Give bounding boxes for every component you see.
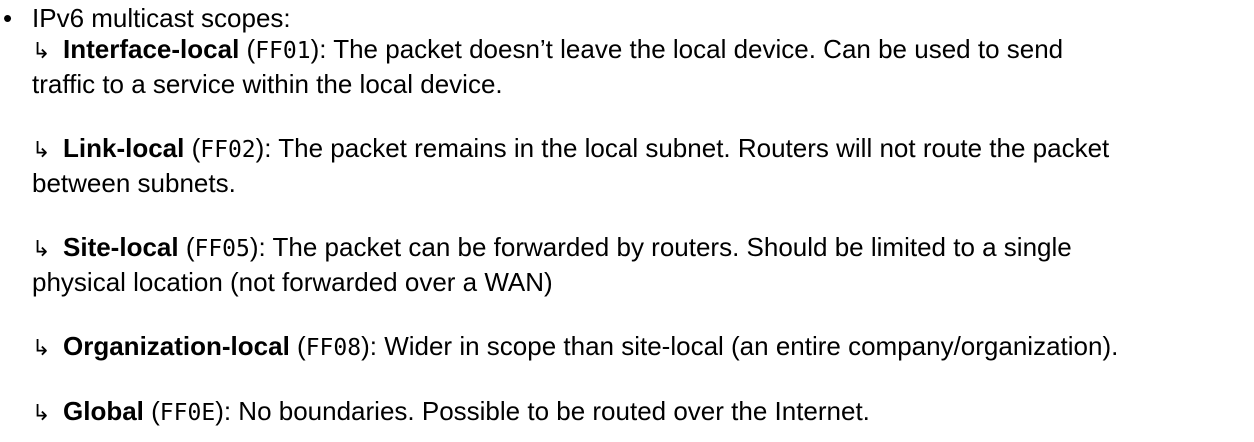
scope-global: ↳ Global (FF0E): No boundaries. Possible … — [32, 395, 1254, 430]
slide: • IPv6 multicast scopes: ↳ Interface-loca… — [0, 0, 1254, 442]
bullet-icon: • — [3, 3, 13, 33]
scope-code: FF02 — [200, 137, 256, 163]
arrow-icon: ↳ — [32, 39, 51, 64]
arrow-icon: ↳ — [32, 336, 51, 361]
scope-site-local: ↳ Site-local (FF05): The packet can be fo… — [32, 231, 1254, 299]
scope-line: ↳ Site-local (FF05): The packet can be fo… — [32, 231, 1254, 266]
scope-name: Link-local — [63, 133, 185, 163]
scope-code: FF05 — [194, 236, 250, 262]
scope-name: Organization-local — [63, 331, 290, 361]
arrow-icon: ↳ — [32, 401, 51, 426]
scope-description-continued: physical location (not forwarded over a … — [32, 267, 553, 297]
scope-name: Global — [63, 396, 144, 426]
scope-description: ): The packet remains in the local subne… — [255, 133, 1110, 163]
bullet-heading: IPv6 multicast scopes: — [32, 3, 291, 33]
scope-code: FF08 — [305, 335, 362, 361]
scope-code: FF01 — [255, 38, 311, 64]
scope-name: Interface-local — [63, 34, 240, 64]
scope-description: ): The packet can be forwarded by router… — [249, 232, 1072, 262]
arrow-icon: ↳ — [32, 237, 51, 262]
scope-description: ): No boundaries. Possible to be routed … — [215, 396, 870, 426]
scope-interface-local: ↳ Interface-local (FF01): The packet does… — [32, 33, 1254, 101]
scope-description: ): The packet doesn’t leave the local de… — [310, 34, 1064, 64]
scope-link-local: ↳ Link-local (FF02): The packet remains i… — [32, 132, 1254, 200]
scope-description: ): Wider in scope than site-local (an en… — [361, 331, 1119, 361]
scope-name: Site-local — [63, 232, 179, 262]
scope-line: ↳ Link-local (FF02): The packet remains i… — [32, 132, 1254, 167]
scope-code: FF0E — [159, 400, 216, 426]
scope-line: ↳ Global (FF0E): No boundaries. Possible … — [32, 395, 1254, 430]
scope-line: ↳ Organization-local (FF08): Wider in sco… — [32, 330, 1254, 365]
scope-line: ↳ Interface-local (FF01): The packet does… — [32, 33, 1254, 68]
scope-description-continued: traffic to a service within the local de… — [32, 69, 503, 99]
scope-organization-local: ↳ Organization-local (FF08): Wider in sco… — [32, 330, 1254, 365]
scope-description-continued: between subnets. — [32, 168, 236, 198]
arrow-icon: ↳ — [32, 138, 51, 163]
